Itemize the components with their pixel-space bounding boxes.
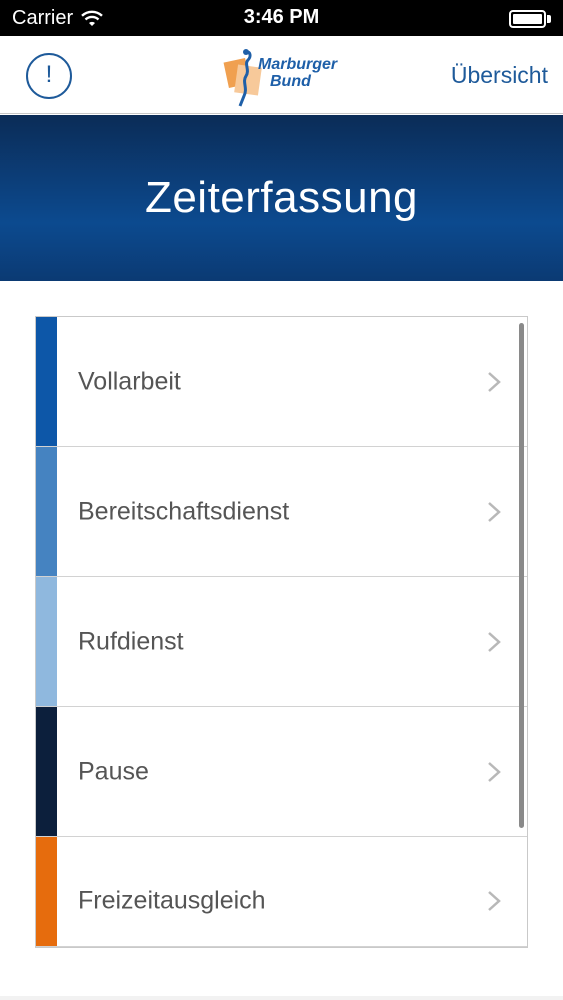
list-item-bereitschaftsdienst[interactable]: Bereitschaftsdienst [36,447,527,577]
color-stripe [36,837,57,946]
scrollbar[interactable] [519,323,524,828]
list-item-label: Pause [78,757,149,785]
list-item-rufdienst[interactable]: Rufdienst [36,577,527,707]
color-stripe [36,447,57,576]
page-title: Zeiterfassung [144,173,419,222]
logo-text-bund: Bund [270,73,311,90]
chevron-right-icon [488,761,501,782]
chevron-right-icon [488,891,501,911]
info-icon: ! [45,61,53,88]
status-bar: Carrier 3:46 PM [0,0,563,36]
color-stripe [36,317,57,446]
chevron-right-icon [488,371,501,392]
color-stripe [36,707,57,836]
logo-text-marburger: Marburger [258,56,338,73]
info-button[interactable]: ! [26,53,72,99]
chevron-right-icon [488,631,501,652]
list-item-label: Vollarbeit [78,367,181,395]
list-item-pause[interactable]: Pause [36,707,527,837]
bottom-edge [0,996,563,1000]
time-category-list[interactable]: Vollarbeit Bereitschaftsdienst Rufdienst… [35,316,528,948]
list-item-freizeitausgleich[interactable]: Freizeitausgleich [36,837,527,947]
list-item-label: Freizeitausgleich [78,886,266,915]
list-item-label: Rufdienst [78,627,184,655]
battery-icon [509,10,551,28]
list-item-vollarbeit[interactable]: Vollarbeit [36,317,527,447]
status-time: 3:46 PM [243,6,320,28]
overview-button[interactable]: Übersicht [451,62,548,89]
header-banner: Zeiterfassung [0,115,563,281]
navigation-bar: ! Marburger Bund Übersicht [0,36,563,114]
marburger-bund-logo: Marburger Bund [222,46,342,108]
chevron-right-icon [488,501,501,522]
color-stripe [36,577,57,706]
list-item-label: Bereitschaftsdienst [78,497,290,525]
